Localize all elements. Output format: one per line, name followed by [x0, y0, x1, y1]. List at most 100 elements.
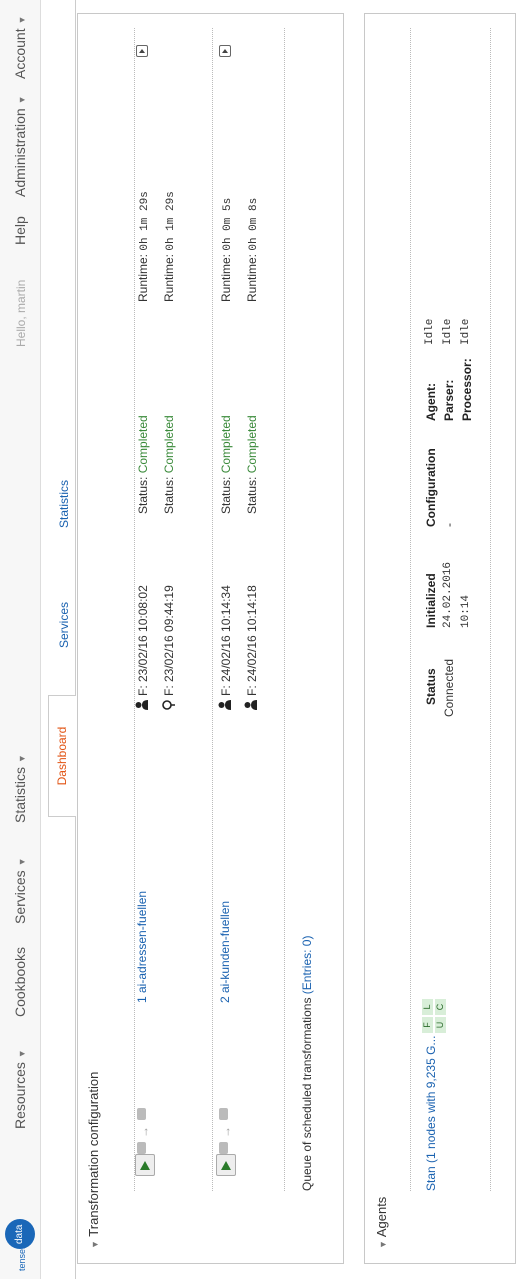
arrow-right-icon: →	[137, 1126, 151, 1138]
nav-services[interactable]: Services ▼	[12, 858, 28, 925]
row-divider	[490, 28, 491, 1191]
nav-services-label: Services	[12, 870, 28, 924]
details-icon[interactable]	[219, 45, 231, 57]
queue-info: Queue of scheduled transformations (Entr…	[300, 936, 314, 1191]
run-status-label: Status:	[162, 476, 176, 514]
run-from-date: F: 23/02/16 10:08:02	[136, 585, 150, 696]
agent-badge: L	[422, 999, 433, 1015]
chevron-down-icon: ▼	[17, 1049, 27, 1059]
brand-logo[interactable]: tensei data	[3, 1161, 37, 1271]
run-runtime-value: 0h 0m 8s	[248, 197, 260, 251]
nav-account[interactable]: Account ▼	[12, 16, 28, 79]
row-divider	[212, 28, 213, 1191]
user-icon	[244, 700, 257, 710]
transformation-link[interactable]: 1 ai-adressen-fuellen	[135, 891, 149, 1003]
run-from-date: F: 24/02/16 10:14:34	[219, 585, 233, 696]
collapse-caret-icon: ▼	[90, 1240, 100, 1249]
agents-heading-label: Agents	[374, 1196, 389, 1238]
run-status-label: Status:	[245, 476, 259, 514]
nav-cookbooks[interactable]: Cookbooks	[12, 947, 28, 1017]
agent-description: (1 nodes with 9,235 G...	[424, 1035, 438, 1163]
target-icon	[137, 1108, 146, 1120]
transformation-heading[interactable]: ▼ Transformation configuration	[86, 1072, 101, 1249]
agent-entry: Stan (1 nodes with 9,235 G...	[424, 1036, 438, 1191]
agent-state-label: Agent:	[424, 383, 438, 421]
run-runtime-label: Runtime:	[136, 253, 150, 302]
run-status-label: Status:	[136, 476, 150, 514]
tab-dashboard[interactable]: Dashboard	[48, 695, 76, 817]
run-from-date: F: 24/02/16 10:14:18	[245, 585, 259, 696]
schedule-pin-icon	[162, 700, 175, 710]
configuration-value: -	[442, 523, 456, 527]
chevron-down-icon: ▼	[17, 857, 27, 867]
nav-statistics[interactable]: Statistics ▼	[12, 754, 28, 823]
user-greeting: Hello, martin	[14, 279, 28, 347]
queue-entries-link[interactable]: (Entries: 0)	[300, 936, 314, 995]
run-status: Status: Completed	[136, 415, 150, 514]
initialized-header: Initialized	[424, 573, 438, 628]
initialized-time: 10:14	[460, 594, 472, 628]
run-status-label: Status:	[219, 476, 233, 514]
details-icon[interactable]	[136, 45, 148, 57]
agent-name-link[interactable]: Stan	[424, 1166, 438, 1191]
source-icon	[219, 1142, 228, 1154]
run-runtime: Runtime: 0h 0m 8s	[245, 198, 260, 302]
nav-administration[interactable]: Administration ▼	[12, 95, 28, 197]
initialized-date: 24.02.2016	[442, 561, 454, 628]
run-status-value: Completed	[136, 415, 150, 474]
agent-status: Connected	[442, 658, 456, 717]
run-runtime-value: 0h 1m 29s	[165, 191, 177, 251]
run-status-value: Completed	[162, 415, 176, 474]
transformation-link[interactable]: 2 ai-kunden-fuellen	[218, 901, 232, 1003]
status-header: Status	[424, 668, 438, 705]
agent-badge: U	[435, 1017, 446, 1033]
row-divider	[284, 28, 285, 1191]
app-root: tensei data Resources ▼ Cookbooks Servic…	[0, 0, 523, 1279]
parser-state-label: Parser:	[442, 379, 456, 421]
row-divider	[134, 28, 135, 1191]
run-status: Status: Completed	[219, 415, 233, 514]
run-runtime: Runtime: 0h 1m 29s	[136, 191, 151, 302]
source-icon	[137, 1142, 146, 1154]
run-from-date: F: 23/02/16 09:44:19	[162, 585, 176, 696]
agent-state-value: Idle	[424, 318, 436, 345]
user-icon	[218, 700, 231, 710]
agents-panel	[364, 13, 516, 1264]
processor-state-value: Idle	[460, 318, 472, 345]
configuration-header: Configuration	[424, 448, 438, 527]
nav-resources-label: Resources	[12, 1062, 28, 1129]
nav-help[interactable]: Help	[12, 216, 28, 245]
chevron-down-icon: ▼	[17, 95, 27, 105]
run-runtime: Runtime: 0h 0m 5s	[219, 198, 234, 302]
run-runtime-value: 0h 1m 29s	[139, 191, 151, 251]
run-status: Status: Completed	[162, 415, 176, 514]
chevron-down-icon: ▼	[17, 754, 27, 764]
agents-heading[interactable]: ▼ Agents	[374, 1197, 389, 1249]
nav-cookbooks-label: Cookbooks	[12, 946, 28, 1017]
queue-label: Queue of scheduled transformations	[300, 997, 314, 1191]
nav-statistics-label: Statistics	[12, 766, 28, 823]
nav-account-label: Account	[12, 28, 28, 79]
parser-state-value: Idle	[442, 318, 454, 345]
run-status: Status: Completed	[245, 415, 259, 514]
run-status-value: Completed	[219, 415, 233, 474]
user-icon	[135, 700, 148, 710]
nav-administration-label: Administration	[12, 108, 28, 197]
run-runtime-value: 0h 0m 5s	[222, 197, 234, 251]
collapse-caret-icon: ▼	[378, 1240, 388, 1249]
run-runtime-label: Runtime:	[162, 253, 176, 302]
chevron-down-icon: ▼	[17, 15, 27, 25]
run-runtime: Runtime: 0h 1m 29s	[162, 191, 177, 302]
run-transformation-button[interactable]	[135, 1154, 155, 1176]
logo-text-tensei: tensei	[17, 1246, 27, 1271]
processor-state-label: Processor:	[460, 358, 474, 421]
run-status-value: Completed	[245, 415, 259, 474]
row-divider	[410, 28, 411, 1191]
arrow-right-icon: →	[219, 1126, 233, 1138]
run-runtime-label: Runtime:	[245, 253, 259, 302]
run-transformation-button[interactable]	[216, 1154, 236, 1176]
logo-text-data: data	[14, 1224, 25, 1244]
nav-resources[interactable]: Resources ▼	[12, 1049, 28, 1129]
transformation-heading-label: Transformation configuration	[86, 1071, 101, 1237]
run-runtime-label: Runtime:	[219, 253, 233, 302]
